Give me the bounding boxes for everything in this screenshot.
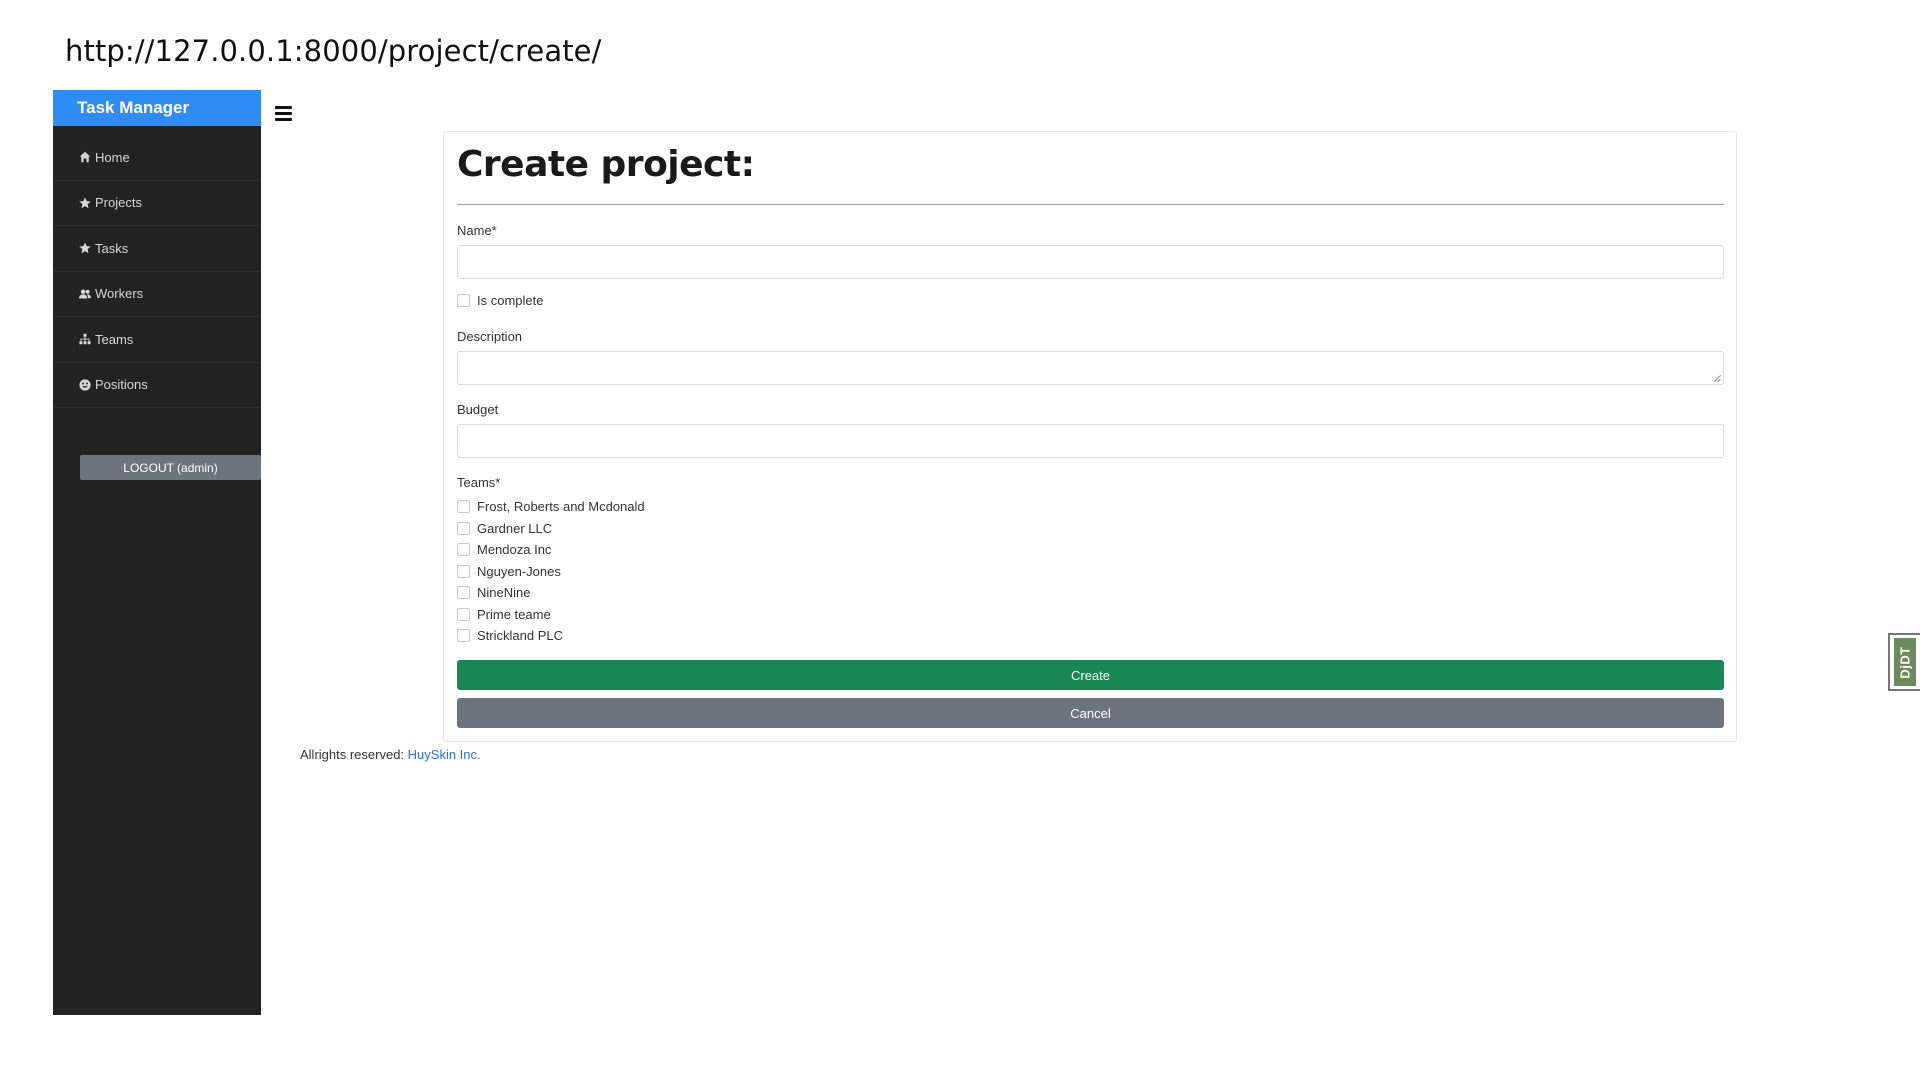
team-label: NineNine [477, 585, 531, 600]
title-divider [457, 204, 1724, 205]
sidebar-item-label: Teams [95, 331, 134, 347]
name-input[interactable] [457, 245, 1724, 279]
team-label: Frost, Roberts and Mcdonald [477, 499, 645, 514]
name-label: Name* [457, 223, 497, 238]
team-option: Frost, Roberts and Mcdonald [457, 499, 645, 514]
team-option: Nguyen-Jones [457, 564, 561, 579]
team-option: Mendoza Inc [457, 542, 551, 557]
budget-input[interactable] [457, 424, 1724, 458]
create-button[interactable]: Create [457, 660, 1724, 690]
is-complete-row: Is complete [457, 293, 543, 308]
team-label: Gardner LLC [477, 520, 553, 536]
budget-label: Budget [457, 402, 499, 417]
team-checkbox[interactable] [457, 607, 470, 621]
team-option: Strickland PLC [457, 628, 563, 643]
cancel-button[interactable]: Cancel [457, 698, 1724, 728]
sidebar-item-label: Projects [95, 195, 142, 211]
sidebar: Task Manager Home Projects Tasks Workers [53, 90, 261, 1015]
star-icon [78, 197, 92, 209]
team-checkbox[interactable] [457, 521, 470, 535]
brand-title[interactable]: Task Manager [53, 90, 261, 126]
sidebar-item-workers[interactable]: Workers [53, 272, 261, 317]
team-option: NineNine [457, 585, 530, 600]
team-option: Gardner LLC [457, 521, 552, 536]
sidebar-item-positions[interactable]: Positions [53, 363, 261, 408]
team-checkbox[interactable] [457, 629, 470, 642]
team-checkbox[interactable] [457, 586, 470, 599]
sidebar-item-label: Tasks [95, 240, 129, 256]
team-label: Strickland PLC [477, 628, 563, 643]
menu-toggle-icon[interactable] [275, 106, 292, 121]
create-project-card: Create project: Name* Is complete Descri… [443, 131, 1737, 742]
sidebar-item-label: Workers [95, 286, 144, 302]
sitemap-icon [78, 333, 92, 345]
is-complete-checkbox[interactable] [457, 294, 470, 307]
home-icon [78, 151, 92, 163]
resize-grip-icon[interactable] [1713, 374, 1721, 382]
footer: Allrights reserved: HuySkin Inc. [300, 747, 481, 762]
teams-label: Teams* [457, 475, 501, 490]
footer-text: Allrights reserved: [300, 747, 408, 762]
team-checkbox[interactable] [457, 500, 470, 513]
description-textarea[interactable] [457, 351, 1724, 385]
sidebar-item-home[interactable]: Home [53, 135, 261, 181]
team-label: Mendoza Inc [477, 542, 552, 557]
team-checkbox[interactable] [457, 564, 470, 578]
users-icon [78, 288, 92, 300]
description-label: Description [457, 329, 523, 344]
sidebar-nav: Home Projects Tasks Workers Teams Positi… [53, 135, 261, 408]
team-label: Prime teame [477, 606, 551, 622]
footer-link[interactable]: HuySkin Inc. [408, 747, 481, 762]
smile-icon [78, 379, 92, 391]
sidebar-item-label: Home [95, 149, 130, 165]
debug-toolbar-handle[interactable]: DjDT [1888, 633, 1920, 691]
sidebar-item-projects[interactable]: Projects [53, 181, 261, 226]
logout-button[interactable]: LOGOUT (admin) [80, 455, 261, 480]
page-title: Create project: [457, 144, 755, 185]
url-caption: http://127.0.0.1:8000/project/create/ [65, 34, 602, 68]
star-icon [78, 242, 92, 254]
sidebar-item-label: Positions [95, 377, 148, 393]
is-complete-label: Is complete [477, 293, 544, 308]
team-option: Prime teame [457, 607, 551, 622]
team-checkbox[interactable] [457, 543, 470, 556]
team-label: Nguyen-Jones [477, 563, 561, 579]
sidebar-item-teams[interactable]: Teams [53, 317, 261, 363]
debug-toolbar-label: DjDT [1897, 645, 1913, 679]
sidebar-item-tasks[interactable]: Tasks [53, 226, 261, 272]
debug-toolbar-logo: DjDT [1894, 638, 1916, 686]
